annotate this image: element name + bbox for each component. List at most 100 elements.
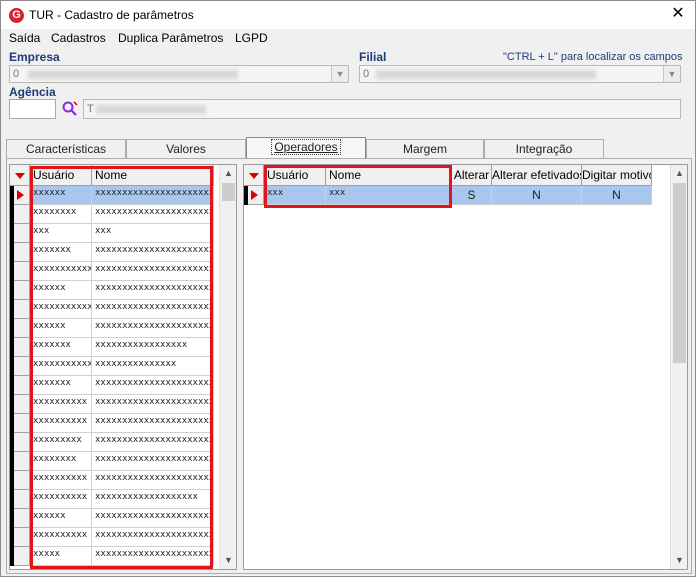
- cell-nome[interactable]: xxxxxxxxxxxxxxxxxxxxxxxxxx: [92, 528, 214, 547]
- scroll-up-icon[interactable]: ▲: [671, 165, 687, 182]
- col-alterar-header[interactable]: Alterar: [452, 165, 492, 186]
- menu-duplica-parametros[interactable]: Duplica Parâmetros: [118, 31, 223, 45]
- cell-nome[interactable]: xxx: [92, 224, 214, 243]
- grid-menu-indicator[interactable]: [244, 165, 264, 186]
- table-row[interactable]: xxxxxxxxxxxxxxxxxxxxxxxxxxxxxxxxxxxxx: [10, 186, 219, 205]
- col-alterar-efetivados-header[interactable]: Alterar efetivados: [492, 165, 582, 186]
- cell-nome[interactable]: xxxxxxxxxxxxxxxxxxxxxxxxx: [92, 433, 214, 452]
- agencia-code-input[interactable]: [9, 99, 56, 119]
- cell-nome[interactable]: xxxxxxxxxxxxxxxxxxxxxxxxxxx: [92, 205, 214, 224]
- scroll-thumb[interactable]: [673, 183, 686, 363]
- cell-usuario[interactable]: xxxxx: [30, 547, 92, 566]
- cell-usuario[interactable]: xxxxxx: [30, 186, 92, 205]
- table-row[interactable]: xxxxxxxxxxxxxxxxxxxxxxxxxxxxxxxx: [10, 281, 219, 300]
- cell-usuario[interactable]: xxxxxx: [30, 281, 92, 300]
- cell-nome[interactable]: xxxxxxxxxxxxxxxxxxxxxxxx: [92, 300, 214, 319]
- chevron-down-icon[interactable]: ▼: [331, 66, 348, 82]
- cell-usuario[interactable]: xxxxxxxxxxx: [30, 357, 92, 376]
- right-grid-scrollbar[interactable]: ▲ ▼: [670, 165, 687, 569]
- cell-nome[interactable]: xxxxxxxxxxxxxxxxxxxxxxxxxxxxx...: [92, 547, 214, 566]
- cell-usuario[interactable]: xxxxxxxxxx: [30, 395, 92, 414]
- table-row[interactable]: xxxxxxxxxxxxxxxxxxxxxxxxxxxxxxxxxx: [10, 433, 219, 452]
- cell-nome[interactable]: xxxxxxxxxxxxxxxxxxxxxxxxxx: [92, 376, 214, 395]
- col-usuario-header[interactable]: Usuário: [30, 165, 92, 186]
- cell-usuario[interactable]: xxxxxxxx: [30, 205, 92, 224]
- table-row[interactable]: xxxxxxxxxxxxxxxxxxxxxxxxxxxxxxxxxx...: [10, 547, 219, 566]
- cell-alterar[interactable]: S: [452, 186, 492, 205]
- search-icon[interactable]: [61, 100, 79, 118]
- cell-usuario[interactable]: xxxxxxx: [30, 243, 92, 262]
- scroll-down-icon[interactable]: ▼: [671, 552, 687, 569]
- table-row[interactable]: xxxxxxxxxxxxxxxxxxxxxxxxxxxxxxxxxxxxxxx.…: [10, 471, 219, 490]
- col-nome-header[interactable]: Nome: [92, 165, 214, 186]
- close-button[interactable]: ✕: [669, 5, 687, 23]
- table-row[interactable]: xxxxxxxxxxx...xxxxxxxxxxxxxxxxxxxxxxxxxx…: [10, 262, 219, 281]
- cell-nome[interactable]: xxxxxxxxxxxxxxxxxxx: [92, 490, 214, 509]
- col-nome-header[interactable]: Nome: [326, 165, 452, 186]
- tab-valores[interactable]: Valores: [126, 139, 246, 159]
- cell-nome[interactable]: xxx: [326, 186, 452, 205]
- cell-usuario[interactable]: xxxxxx: [30, 319, 92, 338]
- left-grid-scrollbar[interactable]: ▲ ▼: [219, 165, 236, 569]
- cell-nome[interactable]: xxxxxxxxxxxxxxxxxxxxxxxxxxx: [92, 262, 214, 281]
- col-digitar-motivo-header[interactable]: Digitar motivo: [582, 165, 652, 186]
- cell-usuario[interactable]: xxxxxxxxxx: [30, 471, 92, 490]
- table-row[interactable]: xxxxxxxxxx xxxxxxxxxxxxxxxxxxx: [10, 490, 219, 509]
- table-row[interactable]: xxxxxxxxxxxxxxxxxxxxxxxxxxxxxxxxx: [10, 243, 219, 262]
- cell-usuario[interactable]: xxx: [264, 186, 326, 205]
- cell-usuario[interactable]: xxxxxxx: [30, 338, 92, 357]
- cell-nome[interactable]: xxxxxxxxxxxxxxxxxxxxxxxxxxxxx...: [92, 509, 214, 528]
- tab-integracao[interactable]: Integração: [484, 139, 604, 159]
- filial-combo[interactable]: 0 ▼: [359, 65, 681, 83]
- table-row[interactable]: xxxxxxxxxxxxxxxxxxxxxxxxxxxxxxxxx: [10, 376, 219, 395]
- cell-nome[interactable]: xxxxxxxxxxxxxxxxxxxxxxxx: [92, 319, 214, 338]
- cell-nome[interactable]: xxxxxxxxxxxxxxxxx: [92, 338, 214, 357]
- scroll-up-icon[interactable]: ▲: [220, 165, 236, 182]
- cell-usuario[interactable]: xxxxxxxxx: [30, 433, 92, 452]
- table-row[interactable]: xxxxxxxxxxx xxxxxxxxxxxxxxx: [10, 357, 219, 376]
- cell-usuario[interactable]: xxx: [30, 224, 92, 243]
- table-row[interactable]: xxx xxx: [10, 224, 219, 243]
- cell-digitar-motivo[interactable]: N: [582, 186, 652, 205]
- cell-nome[interactable]: xxxxxxxxxxxxxxxxxxxxxxxxxxxxx...: [92, 452, 214, 471]
- table-row[interactable]: xxxxxxxxxxxxxxxxxxxxxxxxxxxxxxxxxxx: [10, 205, 219, 224]
- cell-usuario[interactable]: xxxxxxxxxx: [30, 490, 92, 509]
- cell-nome[interactable]: xxxxxxxxxxxxxxxxxxxxxxxxxxxxxx...: [92, 395, 214, 414]
- cell-nome[interactable]: xxxxxxxxxxxxxxxxxxxxxxxxxx: [92, 281, 214, 300]
- selected-operators-grid: Usuário Nome Alterar Alterar efetivados …: [243, 164, 688, 570]
- tab-operadores[interactable]: Operadores: [246, 137, 366, 159]
- cell-usuario[interactable]: xxxxxx: [30, 509, 92, 528]
- table-row[interactable]: xxxxxxx xxxxxxxxxxxxxxxxx: [10, 338, 219, 357]
- cell-nome[interactable]: xxxxxxxxxxxxxxxxxxxxxxxxxxxxxxx: [92, 186, 214, 205]
- cell-usuario[interactable]: xxxxxxxx: [30, 452, 92, 471]
- table-row[interactable]: xxxxxxxxxxxxxxxxxxxxxxxxxxxxxxxxxxxxxxxx…: [10, 414, 219, 433]
- table-row[interactable]: xxxxxx xxxxxxxxxxxxxxxxxxxxxxxx: [10, 319, 219, 338]
- cell-usuario[interactable]: xxxxxxx: [30, 376, 92, 395]
- grid-menu-indicator[interactable]: [10, 165, 30, 186]
- cell-usuario[interactable]: xxxxxxxxxxx...: [30, 262, 92, 281]
- table-row[interactable]: xxxxxxxxxxxxxxxxxxxxxxxxxxxxxxxxxxxxx...: [10, 452, 219, 471]
- cell-nome[interactable]: xxxxxxxxxxxxxxxxxxxxxxxxxxxxxxx: [92, 414, 214, 433]
- cell-nome[interactable]: xxxxxxxxxxxxxxx: [92, 357, 214, 376]
- menu-saida[interactable]: Saída: [9, 31, 40, 45]
- col-usuario-header[interactable]: Usuário: [264, 165, 326, 186]
- cell-usuario[interactable]: xxxxxxxxxx: [30, 528, 92, 547]
- table-row[interactable]: xxxxxxxxxxxxxxxxxxxxxxxxxxxxxxxxxxx...: [10, 509, 219, 528]
- scroll-down-icon[interactable]: ▼: [220, 552, 236, 569]
- table-row[interactable]: xxxxxxxxxxxxxxxxxxxxxxxxxxxxxxxxxxxx: [10, 528, 219, 547]
- tab-margem[interactable]: Margem: [366, 139, 484, 159]
- cell-nome[interactable]: xxxxxxxxxxxxxxxxxxxxxxxxxx: [92, 243, 214, 262]
- cell-nome[interactable]: xxxxxxxxxxxxxxxxxxxxxxxxxxxxx...: [92, 471, 214, 490]
- cell-usuario[interactable]: xxxxxxxxxx: [30, 414, 92, 433]
- table-row[interactable]: xxx xxx S N N: [244, 186, 652, 205]
- table-row[interactable]: xxxxxxxxxxxxxxxxxxxxxxxxxxxxxxxxxxxxxxxx…: [10, 395, 219, 414]
- chevron-down-icon[interactable]: ▼: [663, 66, 680, 82]
- table-row[interactable]: xxxxxxxxxxxxxxxxxxxxxxxxxxxxxxxxxxx: [10, 300, 219, 319]
- menu-cadastros[interactable]: Cadastros: [51, 31, 106, 45]
- menu-lgpd[interactable]: LGPD: [235, 31, 268, 45]
- scroll-thumb[interactable]: [222, 183, 235, 201]
- cell-usuario[interactable]: xxxxxxxxxxx: [30, 300, 92, 319]
- tab-caracteristicas[interactable]: Características: [6, 139, 126, 159]
- cell-alterar-efetivados[interactable]: N: [492, 186, 582, 205]
- empresa-combo[interactable]: 0 ▼: [9, 65, 349, 83]
